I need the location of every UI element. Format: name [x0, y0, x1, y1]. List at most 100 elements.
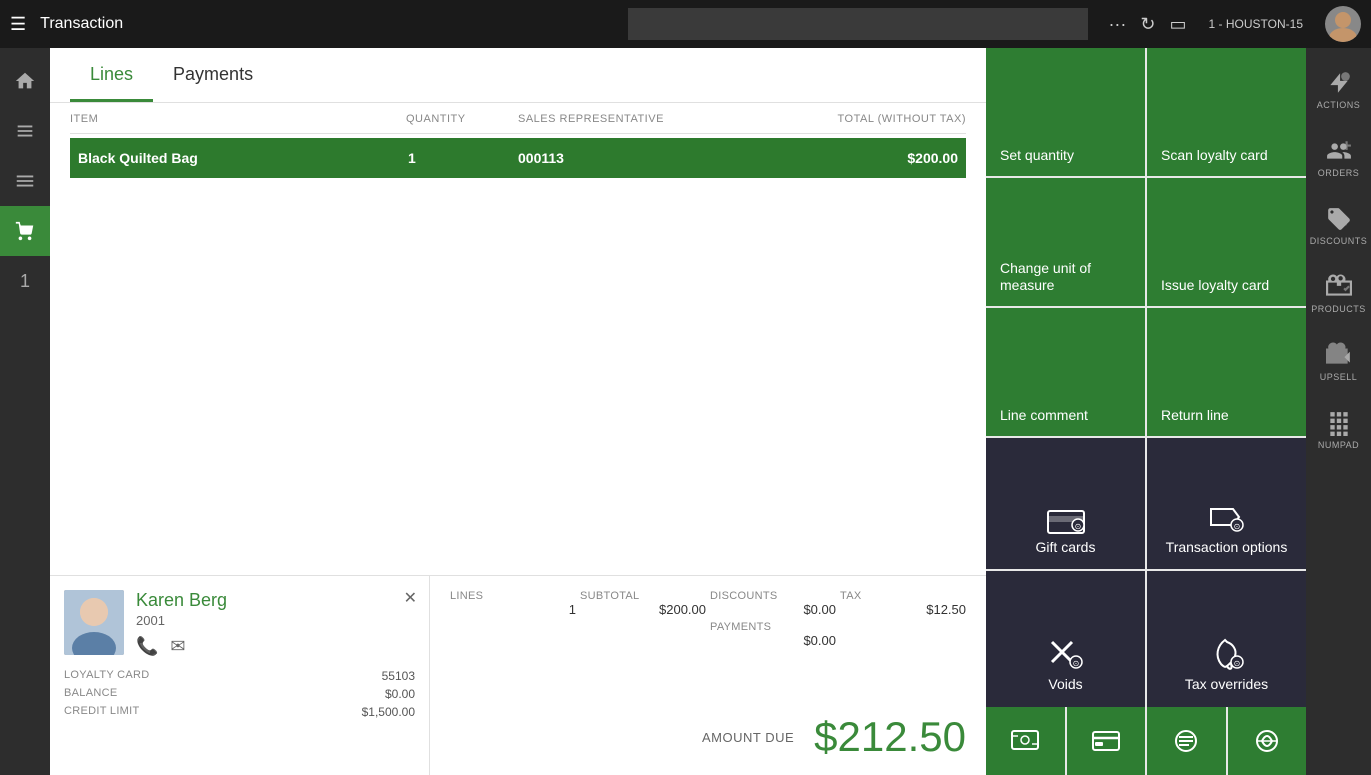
voids-icon-container: ⊙ [1046, 636, 1086, 676]
transaction-options-label: Transaction options [1166, 539, 1288, 556]
svg-text:⊙: ⊙ [1233, 659, 1240, 668]
store-info: 1 - HOUSTON-15 [1209, 17, 1303, 31]
balance-label: BALANCE [64, 687, 117, 701]
sidebar-item-cart[interactable] [0, 206, 50, 256]
payments-value: $0.00 [710, 633, 836, 648]
line-comment-button[interactable]: Line comment [986, 308, 1145, 436]
col-total: TOTAL (WITHOUT TAX) [742, 113, 966, 125]
transaction-options-button[interactable]: ⊙ Transaction options [1147, 438, 1306, 570]
col-quantity: QUANTITY [406, 113, 518, 125]
col-item: ITEM [70, 113, 406, 125]
topbar: ☰ Transaction ··· ↻ ▭ 1 - HOUSTON-15 [0, 0, 1371, 48]
lines-item: LINES 1 [450, 590, 576, 617]
set-quantity-label: Set quantity [1000, 147, 1074, 164]
tab-payments[interactable]: Payments [153, 48, 273, 102]
totals-grid: LINES 1 SUBTOTAL $200.00 DISCOUNTS $0.00… [450, 590, 966, 648]
payment-bar [986, 707, 1306, 775]
lines-label: LINES [450, 590, 576, 602]
transaction-options-icon-container: ⊙ [1207, 503, 1247, 539]
customer-info: Karen Berg 2001 📞 ✉ [136, 590, 415, 657]
sidebar-item-menu[interactable] [0, 156, 50, 206]
loyalty-card-label: LOYALTY CARD [64, 669, 150, 683]
search-input[interactable] [628, 8, 1088, 40]
close-button[interactable]: ✕ [404, 588, 417, 608]
right-panel: Set quantity Scan loyalty card Change un… [986, 48, 1306, 775]
customer-section: Karen Berg 2001 📞 ✉ ✕ LOYALTY CARD 55103 [50, 576, 430, 775]
discounts-value: $0.00 [710, 602, 836, 617]
customer-avatar [64, 590, 124, 655]
cash-payment-button[interactable] [986, 707, 1065, 775]
table-row[interactable]: Black Quilted Bag 1 000113 $200.00 [70, 138, 966, 178]
card-payment-button[interactable] [1067, 707, 1146, 775]
topbar-icons: ··· ↻ ▭ 1 - HOUSTON-15 [1108, 6, 1361, 42]
gift-cards-button[interactable]: ⊙ Gift cards [986, 438, 1145, 570]
scan-loyalty-card-label: Scan loyalty card [1161, 147, 1268, 164]
sidebar-item-products[interactable] [0, 106, 50, 156]
issue-loyalty-card-label: Issue loyalty card [1161, 277, 1269, 294]
sidebar-item-upsell[interactable]: UPSELL [1306, 328, 1371, 396]
sidebar-item-home[interactable] [0, 56, 50, 106]
subtotal-label: SUBTOTAL [580, 590, 706, 602]
line-comment-label: Line comment [1000, 407, 1088, 424]
table-header: ITEM QUANTITY SALES REPRESENTATIVE TOTAL… [70, 103, 966, 134]
sidebar-item-products[interactable]: PRODUCTS [1306, 260, 1371, 328]
customer-details: LOYALTY CARD 55103 BALANCE $0.00 CREDIT … [64, 667, 415, 721]
set-quantity-button[interactable]: Set quantity [986, 48, 1145, 176]
gift-cards-icon-container: ⊙ [1046, 503, 1086, 539]
voids-label: Voids [1048, 676, 1082, 693]
issue-loyalty-card-button[interactable]: Issue loyalty card [1147, 178, 1306, 306]
menu-icon[interactable]: ☰ [10, 14, 26, 35]
sidebar-item-orders[interactable]: ORDERS [1306, 124, 1371, 192]
sidebar-item-numpad[interactable]: NUMPAD [1306, 396, 1371, 464]
credit-limit-label: CREDIT LIMIT [64, 705, 140, 719]
exact-payment-button[interactable] [1147, 707, 1226, 775]
refresh-icon[interactable]: ↻ [1140, 14, 1155, 35]
credit-limit-row: CREDIT LIMIT $1,500.00 [64, 703, 415, 721]
loyalty-card-row: LOYALTY CARD 55103 [64, 667, 415, 685]
email-icon[interactable]: ✉ [170, 636, 185, 657]
scan-loyalty-card-button[interactable]: Scan loyalty card [1147, 48, 1306, 176]
change-unit-button[interactable]: Change unit of measure [986, 178, 1145, 306]
totals-section: LINES 1 SUBTOTAL $200.00 DISCOUNTS $0.00… [430, 576, 986, 775]
numpad-label: NUMPAD [1318, 440, 1359, 450]
actions-label: ACTIONS [1317, 100, 1361, 110]
avatar[interactable] [1325, 6, 1361, 42]
monitor-icon[interactable]: ▭ [1170, 14, 1187, 35]
tab-lines[interactable]: Lines [70, 48, 153, 102]
sidebar-item-discounts[interactable]: % DISCOUNTS [1306, 192, 1371, 260]
orders-label: ORDERS [1318, 168, 1360, 178]
customer-id: 2001 [136, 613, 415, 628]
row-item-name: Black Quilted Bag [78, 150, 408, 166]
sidebar-item-actions[interactable]: ACTIONS [1306, 56, 1371, 124]
tax-overrides-button[interactable]: ⊙ Tax overrides [1147, 571, 1306, 707]
balance-row: BALANCE $0.00 [64, 685, 415, 703]
main-layout: 1 Lines Payments ITEM QUANTITY SALES REP… [0, 48, 1371, 775]
other-payment-button[interactable] [1228, 707, 1307, 775]
col-sales-rep: SALES REPRESENTATIVE [518, 113, 742, 125]
phone-icon[interactable]: 📞 [136, 636, 158, 657]
discounts-label: DISCOUNTS [710, 590, 836, 602]
far-right-sidebar: ACTIONS ORDERS % DISCOUNTS PRO [1306, 48, 1371, 775]
customer-top: Karen Berg 2001 📞 ✉ [64, 590, 415, 657]
more-icon[interactable]: ··· [1108, 14, 1126, 35]
subtotal-item: SUBTOTAL $200.00 [580, 590, 706, 617]
amount-due-value: $212.50 [814, 713, 966, 761]
tax-overrides-label: Tax overrides [1185, 676, 1268, 693]
subtotal-value: $200.00 [580, 602, 706, 617]
topbar-title: Transaction [40, 15, 628, 33]
gift-cards-label: Gift cards [1036, 539, 1096, 556]
customer-name: Karen Berg [136, 590, 415, 611]
transaction-table: ITEM QUANTITY SALES REPRESENTATIVE TOTAL… [50, 103, 986, 575]
return-line-button[interactable]: Return line [1147, 308, 1306, 436]
voids-button[interactable]: ⊙ Voids [986, 571, 1145, 707]
amount-due-label: AMOUNT DUE [702, 730, 794, 745]
payments-label: PAYMENTS [710, 621, 836, 633]
discounts-item: DISCOUNTS $0.00 [710, 590, 836, 617]
change-unit-label: Change unit of measure [1000, 260, 1131, 294]
payments-item: PAYMENTS $0.00 [710, 621, 836, 648]
row-sales-rep: 000113 [518, 150, 738, 166]
amount-due-row: AMOUNT DUE $212.50 [450, 713, 966, 761]
tax-item: TAX $12.50 [840, 590, 966, 617]
left-sidebar: 1 [0, 48, 50, 775]
credit-limit-value: $1,500.00 [362, 705, 415, 719]
